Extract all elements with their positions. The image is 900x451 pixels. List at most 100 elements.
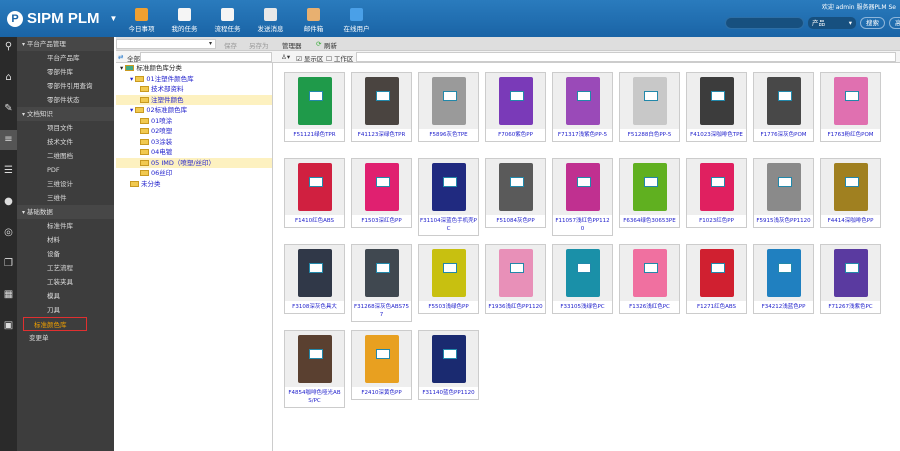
brand-logo[interactable]: P SIPM PLM ▼ [7,10,117,27]
color-caption[interactable]: F1271红色ABS [687,301,746,313]
sidebar-item[interactable]: 零部件引用查询 [17,79,114,93]
home-icon[interactable]: ⌂ [0,68,17,88]
nav-item[interactable]: 今日事项 [120,8,163,33]
search-input[interactable] [725,17,804,29]
sidebar-item[interactable]: PDF [17,163,114,177]
tree-node[interactable]: ▾ 01注塑件颜色库 [116,74,272,85]
color-card[interactable]: F1936浅红色PP1120 [485,244,546,314]
book-icon[interactable]: ❐ [0,254,17,274]
card-icon[interactable]: ▣ [0,316,17,336]
work-area-checkbox[interactable]: ☐ 工作区 [326,53,353,63]
sidebar-item[interactable]: 平台产品库 [17,51,114,65]
nav-item[interactable]: 发送消息 [249,8,292,33]
color-card[interactable]: F4414深咖啡色PP [820,158,881,228]
color-card[interactable]: F31104深蓝色手机壳PC [418,158,479,236]
color-card[interactable]: F7060紫色PP [485,72,546,142]
sidebar-item[interactable]: 三维件 [17,191,114,205]
color-caption[interactable]: F2410深黄色PP [352,387,411,399]
scope-select[interactable]: 产品 ▾ [808,17,856,29]
color-card[interactable]: F71317浅紫色PP-5 [552,72,613,142]
manager-button[interactable]: 管理器 [282,40,302,50]
color-card[interactable]: F71267浅紫色PC [820,244,881,314]
color-caption[interactable]: F1776深灰色POM [754,129,813,141]
search-field[interactable] [356,52,896,62]
color-card[interactable]: F41023深咖啡色TPE [686,72,747,142]
color-card[interactable]: F1763粉红色POM [820,72,881,142]
color-card[interactable]: F3108深灰色具大 [284,244,345,314]
color-caption[interactable]: F11057浅红色PP1120 [553,215,612,235]
sidebar-item[interactable]: 模具 [17,289,114,303]
color-card[interactable]: F2410深黄色PP [351,330,412,400]
sidebar-item[interactable]: 设备 [17,247,114,261]
color-card[interactable]: F1503深红色PP [351,158,412,228]
color-card[interactable]: F5503浅绿色PP [418,244,479,314]
color-card[interactable]: F1271红色ABS [686,244,747,314]
user-icon[interactable]: ♙▾ [281,53,290,61]
color-card[interactable]: F1023红色PP [686,158,747,228]
color-caption[interactable]: F34212浅蓝色PP [754,301,813,313]
color-caption[interactable]: F41023深咖啡色TPE [687,129,746,141]
color-caption[interactable]: F4854咖啡色哑光ABS/PC [285,387,344,407]
color-card[interactable]: F6364绿色30653PE [619,158,680,228]
sidebar-item[interactable]: 刀具 [17,303,114,317]
color-caption[interactable]: F5503浅绿色PP [419,301,478,313]
save-as-button[interactable]: 另存为 [249,40,269,50]
tree-node[interactable]: ▾ 标准颜色库分类 [116,63,272,74]
color-card[interactable]: F31140蓝色PP1120 [418,330,479,400]
tree-node[interactable]: 04电镀 [116,147,272,158]
color-caption[interactable]: F1763粉红色POM [821,129,880,141]
sidebar-item[interactable]: 标准颜色库 [23,317,87,331]
color-caption[interactable]: F51288白色PP-5 [620,129,679,141]
color-caption[interactable]: F1326浅红色PC [620,301,679,313]
view-select[interactable]: ▾ [116,39,216,49]
tree-node[interactable]: ▾ 02标准颜色库 [116,105,272,116]
refresh-button[interactable]: 刷新 [324,40,337,50]
color-card[interactable]: F5896灰色TPE [418,72,479,142]
sidebar-group[interactable]: 文档知识 [17,107,114,121]
color-caption[interactable]: F31268深灰色ABS757 [352,301,411,321]
tree-node[interactable]: 05 IMD（喷塑/丝印） [116,157,272,168]
sidebar-item[interactable]: 技术文件 [17,135,114,149]
color-card[interactable]: F51121绿色TPR [284,72,345,142]
color-card[interactable]: F1326浅红色PC [619,244,680,314]
edit-icon[interactable]: ✎ [0,99,17,119]
color-card[interactable]: F33105浅绿色PC [552,244,613,314]
sidebar-group[interactable]: 平台产品管理 [17,37,114,51]
sidebar-item[interactable]: 材料 [17,233,114,247]
sidebar-item[interactable]: 项目文件 [17,121,114,135]
show-area-checkbox[interactable]: ☑ 显示区 [296,53,323,63]
color-card[interactable]: F4854咖啡色哑光ABS/PC [284,330,345,408]
color-caption[interactable]: F31140蓝色PP1120 [419,387,478,399]
signal-icon[interactable]: ◎ [0,223,17,243]
nav-item[interactable]: 我的任务 [163,8,206,33]
sidebar-item[interactable]: 标准件库 [17,219,114,233]
database-settings-icon[interactable]: ≡ [0,130,17,150]
color-caption[interactable]: F5896灰色TPE [419,129,478,141]
sidebar-group[interactable]: 基础数据 [17,205,114,219]
tree-filter-input[interactable] [140,52,272,62]
color-caption[interactable]: F31104深蓝色手机壳PC [419,215,478,235]
color-caption[interactable]: F1503深红色PP [352,215,411,227]
swap-icon[interactable]: ⇄ [118,53,123,61]
sidebar-item-change-order[interactable]: 变更单 [17,331,114,345]
color-caption[interactable]: F7060紫色PP [486,129,545,141]
color-caption[interactable]: F1023红色PP [687,215,746,227]
color-caption[interactable]: F3108深灰色具大 [285,301,344,313]
nav-item[interactable]: 流程任务 [206,8,249,33]
sidebar-item[interactable]: 工装夹具 [17,275,114,289]
color-card[interactable]: F1410红色ABS [284,158,345,228]
color-caption[interactable]: F51084灰色PP [486,215,545,227]
database-icon[interactable]: ☰ [0,161,17,181]
color-caption[interactable]: F1936浅红色PP1120 [486,301,545,313]
color-caption[interactable]: F71267浅紫色PC [821,301,880,313]
calendar-icon[interactable]: ▦ [0,285,17,305]
tree-node[interactable]: 06丝印 [116,168,272,179]
tree-node[interactable]: 未分类 [116,179,272,190]
color-card[interactable]: F41123深绿色TPR [351,72,412,142]
color-card[interactable]: F31268深灰色ABS757 [351,244,412,322]
color-caption[interactable]: F51121绿色TPR [285,129,344,141]
sidebar-item[interactable]: 零部件库 [17,65,114,79]
color-caption[interactable]: F41123深绿色TPR [352,129,411,141]
tree-node[interactable]: 02喷塑 [116,126,272,137]
color-card[interactable]: F51084灰色PP [485,158,546,228]
